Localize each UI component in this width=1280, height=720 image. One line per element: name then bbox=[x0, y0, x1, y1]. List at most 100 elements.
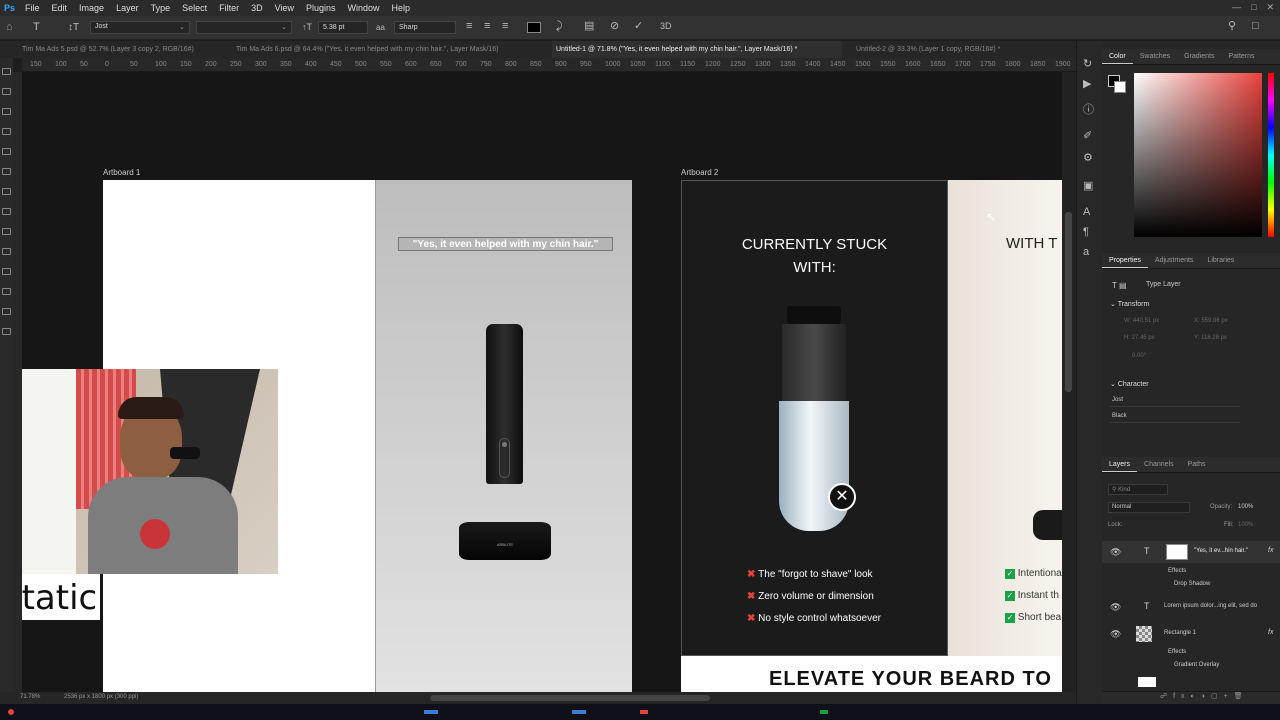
fx-icon[interactable]: fx bbox=[1268, 629, 1273, 636]
opacity-value[interactable]: 100% bbox=[1238, 504, 1253, 510]
hue-slider[interactable] bbox=[1268, 73, 1274, 237]
hand-tool-icon[interactable] bbox=[2, 288, 11, 295]
blend-mode-select[interactable]: Normal bbox=[1108, 502, 1190, 513]
glyphs-icon[interactable]: a bbox=[1083, 247, 1089, 258]
align-left-icon[interactable]: ≡ bbox=[466, 21, 472, 32]
quick-select-tool-icon[interactable] bbox=[2, 128, 11, 135]
layer-row-rectangle[interactable]: 👁 Rectangle 1 fx bbox=[1102, 623, 1280, 645]
crop-tool-icon[interactable] bbox=[2, 148, 11, 155]
tab-gradients[interactable]: Gradients bbox=[1177, 49, 1221, 64]
marquee-tool-icon[interactable] bbox=[2, 88, 11, 95]
vertical-scrollbar[interactable] bbox=[1062, 72, 1076, 692]
zoom-tool-icon[interactable] bbox=[2, 308, 11, 315]
healing-tool-icon[interactable] bbox=[2, 188, 11, 195]
tab-untitled-2[interactable]: Untitled-2 @ 33.3% (Layer 1 copy, RGB/16… bbox=[852, 41, 1032, 58]
brush-tool-icon[interactable] bbox=[2, 208, 11, 215]
transform-section[interactable]: ⌄ Transform bbox=[1110, 300, 1149, 308]
align-center-icon[interactable]: ≡ bbox=[484, 21, 490, 32]
warp-text-icon[interactable]: ⤸ bbox=[556, 21, 563, 32]
transform-w[interactable]: W: 440.51 px bbox=[1124, 318, 1159, 324]
home-icon[interactable]: ⌂ bbox=[6, 22, 13, 33]
color-picker-field[interactable] bbox=[1134, 73, 1262, 237]
canvas[interactable]: Artboard 1 Artboard 2 "Yes, it even help… bbox=[22, 72, 1062, 692]
menu-image[interactable]: Image bbox=[73, 3, 110, 13]
eye-icon[interactable]: 👁 bbox=[1110, 629, 1121, 640]
layer-mask-thumb[interactable] bbox=[1166, 544, 1188, 560]
tab-properties[interactable]: Properties bbox=[1102, 253, 1148, 268]
transform-h[interactable]: H: 27.45 px bbox=[1124, 335, 1155, 341]
zoom-level[interactable]: 71.78% bbox=[20, 694, 40, 700]
fill-value[interactable]: 100% bbox=[1238, 522, 1253, 528]
tab-channels[interactable]: Channels bbox=[1137, 457, 1181, 472]
record-indicator-icon[interactable] bbox=[8, 709, 14, 715]
layer-drop-shadow[interactable]: Drop Shadow bbox=[1174, 581, 1210, 587]
clone-source-icon[interactable]: ⚙ bbox=[1083, 153, 1093, 164]
tab-tim-ma-ads-6[interactable]: Tim Ma Ads 6.psd @ 64.4% ("Yes, it even … bbox=[232, 41, 542, 58]
type-tool-icon[interactable]: T bbox=[33, 22, 40, 33]
eyedropper-tool-icon[interactable] bbox=[2, 168, 11, 175]
menu-view[interactable]: View bbox=[269, 3, 300, 13]
layer-effects[interactable]: Effects bbox=[1168, 649, 1186, 655]
menu-window[interactable]: Window bbox=[342, 3, 386, 13]
taskbar-app-icon[interactable] bbox=[424, 710, 438, 714]
minimize-icon[interactable]: — bbox=[1232, 2, 1241, 13]
history-icon[interactable]: ↻ bbox=[1083, 59, 1092, 70]
font-size-input[interactable]: 5.38 pt bbox=[318, 21, 368, 34]
commit-edit-icon[interactable]: ✓ bbox=[634, 21, 643, 32]
layer-gradient-overlay[interactable]: Gradient Overlay bbox=[1174, 662, 1219, 668]
background-color-swatch[interactable] bbox=[1114, 81, 1126, 93]
font-style-select[interactable]: ⌄ bbox=[196, 21, 292, 34]
tab-layers[interactable]: Layers bbox=[1102, 457, 1138, 472]
transform-x[interactable]: X: 559.86 px bbox=[1194, 318, 1228, 324]
play-icon[interactable]: ▶ bbox=[1083, 79, 1091, 90]
tab-color[interactable]: Color bbox=[1102, 49, 1133, 64]
taskbar-app-icon[interactable] bbox=[820, 710, 828, 714]
menu-edit[interactable]: Edit bbox=[46, 3, 74, 13]
layer-filter-kind[interactable]: ⚲ Kind bbox=[1108, 484, 1168, 495]
menu-plugins[interactable]: Plugins bbox=[300, 3, 342, 13]
artboard-1-label[interactable]: Artboard 1 bbox=[103, 168, 140, 177]
menu-filter[interactable]: Filter bbox=[213, 3, 245, 13]
quote-selection-box[interactable]: "Yes, it even helped with my chin hair." bbox=[398, 237, 613, 251]
char-font-select[interactable]: Jost bbox=[1110, 396, 1240, 407]
layer-effects[interactable]: Effects bbox=[1168, 568, 1186, 574]
tab-patterns[interactable]: Patterns bbox=[1221, 49, 1261, 64]
menu-layer[interactable]: Layer bbox=[110, 3, 145, 13]
align-right-icon[interactable]: ≡ bbox=[502, 21, 508, 32]
paragraph-icon[interactable]: ¶ bbox=[1083, 227, 1089, 238]
antialias-select[interactable]: Sharp bbox=[394, 21, 456, 34]
menu-file[interactable]: File bbox=[19, 3, 46, 13]
artboard-2-label[interactable]: Artboard 2 bbox=[681, 168, 718, 177]
more-tools-icon[interactable] bbox=[2, 328, 11, 335]
transform-y[interactable]: Y: 118.28 px bbox=[1194, 335, 1227, 341]
move-tool-icon[interactable] bbox=[2, 68, 11, 75]
tab-tim-ma-ads-5[interactable]: Tim Ma Ads 5.psd @ 52.7% (Layer 3 copy 2… bbox=[18, 41, 228, 58]
eye-icon[interactable]: 👁 bbox=[1110, 547, 1121, 558]
character-panel-icon[interactable]: ▤ bbox=[584, 21, 594, 32]
char-style-select[interactable]: Black bbox=[1110, 412, 1240, 423]
menu-3d[interactable]: 3D bbox=[245, 3, 269, 13]
pen-tool-icon[interactable] bbox=[2, 248, 11, 255]
layer-actions-icon[interactable]: ☍fx◐◑▢+🗑 bbox=[1160, 692, 1249, 700]
text-color-swatch[interactable] bbox=[527, 22, 541, 33]
type-tool-icon[interactable] bbox=[2, 228, 11, 235]
doc-info[interactable]: 2536 px x 1800 px (300 ppi) bbox=[64, 694, 138, 700]
tab-swatches[interactable]: Swatches bbox=[1133, 49, 1177, 64]
font-family-select[interactable]: Jost ⌄ bbox=[90, 21, 190, 34]
menu-select[interactable]: Select bbox=[176, 3, 213, 13]
text-orientation-icon[interactable]: ↕T bbox=[68, 22, 79, 33]
taskbar-app-icon[interactable] bbox=[640, 710, 648, 714]
layer-row-lorem[interactable]: 👁 T Lorem ipsum dolor...ing elit, sed do bbox=[1102, 596, 1280, 618]
search-icon[interactable]: ⚲ bbox=[1228, 21, 1236, 32]
artboard-2[interactable]: CURRENTLY STUCK WITH: ✕ ✖ The "forgot to… bbox=[681, 180, 1062, 692]
scroll-thumb[interactable] bbox=[1065, 212, 1072, 392]
lasso-tool-icon[interactable] bbox=[2, 108, 11, 115]
eye-icon[interactable]: 👁 bbox=[1110, 602, 1121, 613]
cancel-edit-icon[interactable]: ⊘ bbox=[610, 21, 619, 32]
workspace-icon[interactable]: □ bbox=[1252, 21, 1259, 32]
tab-libraries[interactable]: Libraries bbox=[1200, 253, 1241, 268]
3d-cube-icon[interactable]: ▣ bbox=[1083, 181, 1093, 192]
character-section[interactable]: ⌄ Character bbox=[1110, 380, 1149, 388]
tab-untitled-1[interactable]: Untitled-1 @ 71.8% ("Yes, it even helped… bbox=[552, 41, 842, 58]
brush-settings-icon[interactable]: ✐ bbox=[1083, 131, 1092, 142]
